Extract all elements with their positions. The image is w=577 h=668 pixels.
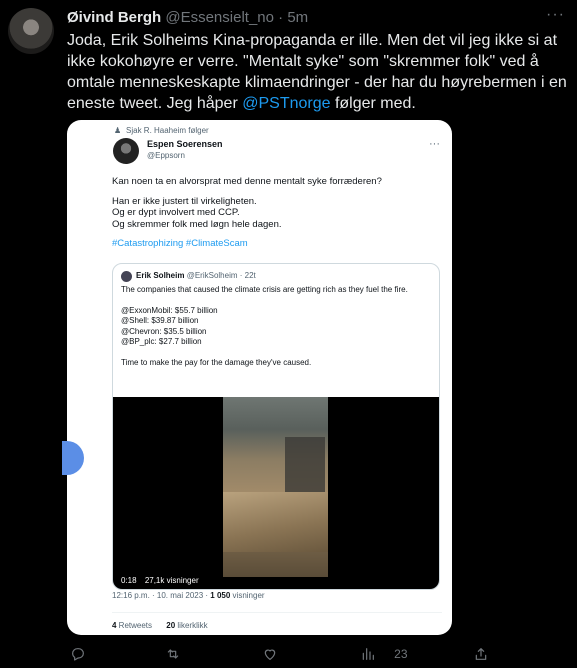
quote-line-5: @BP_plc: $27.7 billion (121, 337, 202, 346)
quote-author-handle: @ErikSolheim (186, 271, 238, 280)
video-duration: 0:18 (121, 576, 137, 585)
video-floodwater (223, 492, 328, 552)
more-options-icon[interactable]: ··· (546, 6, 565, 24)
quote-header: Erik Solheim @ErikSolheim · 22t (136, 271, 256, 280)
views-icon (360, 645, 380, 662)
reply-icon (70, 645, 86, 662)
action-bar: 23 (60, 644, 500, 664)
inner-avatar (113, 138, 139, 164)
inner-more-icon: ··· (429, 138, 440, 150)
video-building (285, 437, 325, 497)
avatar[interactable] (8, 8, 54, 54)
inner-views-label: visninger (230, 591, 265, 600)
display-name[interactable]: Øivind Bergh (67, 9, 161, 26)
inner-line-3: Og er dypt involvert med CCP. (112, 207, 240, 218)
inner-stats: 4 Retweets 20 likerklikk (112, 621, 208, 630)
separator: · (273, 9, 288, 26)
quote-author-name: Erik Solheim (136, 271, 185, 280)
views-button[interactable]: 23 (360, 644, 408, 664)
inner-retweets-label: Retweets (116, 621, 153, 630)
share-button[interactable] (473, 644, 489, 664)
quote-line-1: The companies that caused the climate cr… (121, 285, 408, 294)
inner-tweet-text: Kan noen ta en alvorsprat med denne ment… (112, 176, 442, 258)
reply-button[interactable] (70, 644, 86, 664)
inner-likes-label: likerklikk (175, 621, 208, 630)
attached-screenshot[interactable]: ♟ Sjak R. Haaheim følger Espen Soerensen … (67, 120, 452, 635)
quote-line-4: @Chevron: $35.5 billion (121, 326, 207, 336)
inner-hashtags: #Catastrophizing #ClimateScam (112, 238, 248, 249)
video-frame (223, 397, 328, 577)
person-icon: ♟ (114, 126, 122, 135)
video-info: 0:18 27,1k visninger (121, 576, 199, 585)
inner-author-name: Espen Soerensen (147, 139, 223, 149)
views-count: 23 (394, 647, 408, 662)
quote-line-6: Time to make the pay for the damage they… (121, 357, 312, 367)
inner-timestamp: 12:16 p.m. · 10. mai 2023 · 1 050 visnin… (112, 591, 265, 600)
quote-text: The companies that caused the climate cr… (121, 285, 431, 368)
video-views: 27,1k visninger (144, 576, 199, 585)
tweet-time[interactable]: 5m (287, 9, 308, 26)
like-icon (262, 645, 278, 662)
quote-line-3: @Shell: $39.87 billion (121, 316, 199, 325)
inner-line-2: Han er ikke justert til virkeligheten. (112, 195, 257, 207)
quote-avatar (121, 271, 132, 282)
tweet-text-part2: følger med. (330, 95, 416, 112)
inner-line-4: Og skremmer folk med løgn hele dagen. (112, 218, 282, 230)
quote-line-2: @ExxonMobil: $55.7 billion (121, 305, 218, 315)
quoted-tweet: Erik Solheim @ErikSolheim · 22t The comp… (112, 263, 440, 590)
inner-views-count: 1 050 (210, 591, 231, 600)
retweet-button[interactable] (165, 644, 181, 664)
inner-author-handle: @Eppsorn (147, 151, 185, 160)
like-button[interactable] (262, 644, 278, 664)
followed-by-text: Sjak R. Haaheim følger (126, 126, 209, 135)
handle[interactable]: @Essensielt_no (165, 9, 274, 26)
quote-video: 0:18 27,1k visninger (113, 397, 439, 589)
inner-likes-count: 20 (166, 621, 176, 630)
mention-link[interactable]: @PSTnorge (242, 95, 330, 112)
followed-by-line: ♟ Sjak R. Haaheim følger (114, 126, 209, 135)
tweet-header: Øivind Bergh @Essensielt_no · 5m (67, 9, 537, 26)
inner-timestamp-text: 12:16 p.m. · 10. mai 2023 · (112, 591, 211, 600)
tweet-text: Joda, Erik Solheims Kina-propaganda er i… (67, 30, 567, 114)
inner-divider (112, 612, 442, 613)
retweet-icon (165, 645, 181, 662)
share-icon (473, 645, 489, 662)
inner-line-1: Kan noen ta en alvorsprat med denne ment… (112, 176, 382, 187)
quote-time: · 22t (237, 271, 256, 280)
